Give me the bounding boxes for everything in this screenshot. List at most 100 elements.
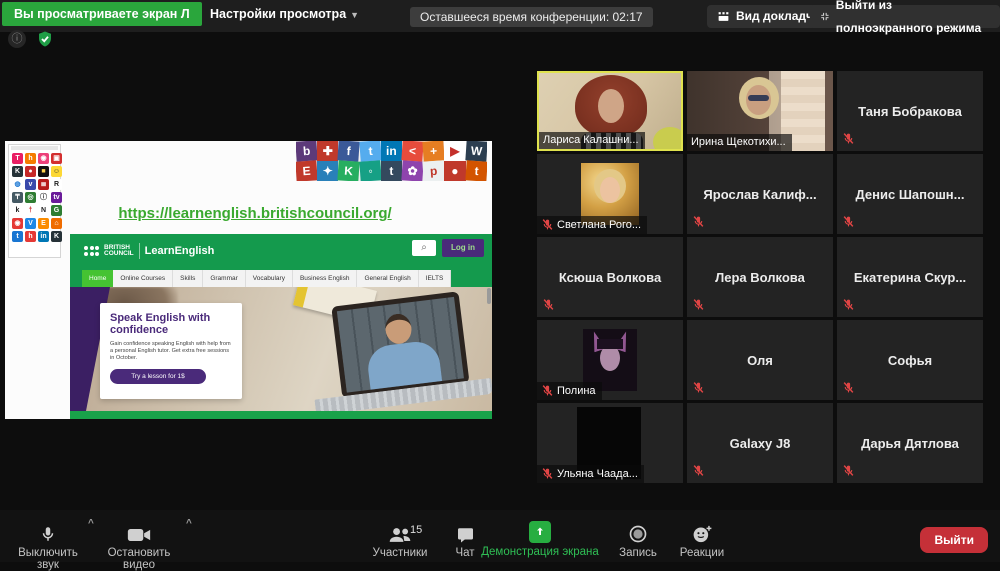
- participant-name-label: Светлана Рого...: [537, 216, 647, 234]
- social-logo-piece: t: [465, 160, 487, 181]
- view-settings-dropdown[interactable]: Настройки просмотра▼: [202, 2, 367, 26]
- participant-name-label: Ульяна Чаада...: [537, 465, 644, 483]
- encryption-shield-icon[interactable]: [36, 30, 54, 48]
- site-brand: LearnEnglish: [145, 245, 215, 257]
- stop-video-button[interactable]: Остановить видео: [96, 520, 182, 571]
- social-logo-piece: ◦: [359, 160, 382, 181]
- participant-tile[interactable]: Екатерина Скур...: [837, 237, 983, 317]
- nav-tab-ielts[interactable]: IELTS: [419, 270, 452, 287]
- nav-tab-online-courses[interactable]: Online Courses: [113, 270, 173, 287]
- exit-fullscreen-button[interactable]: Выйти из полноэкранного режима: [810, 5, 1000, 28]
- meeting-toolbar: Выключить звук ^ Остановить видео ^ Учас…: [0, 510, 1000, 562]
- participant-tile-video[interactable]: Ирина Щекотихи...: [687, 71, 833, 151]
- record-icon: [628, 524, 648, 544]
- site-search-button[interactable]: ⌕: [412, 240, 436, 256]
- video-options-chevron[interactable]: ^: [186, 518, 192, 529]
- record-button[interactable]: Запись: [612, 520, 664, 559]
- participant-name: Galaxy J8: [687, 403, 833, 483]
- app-icon: ☺: [51, 166, 62, 177]
- shared-screen-slide: Th◉▣K●■☺◍v≣R₸◎ⓘtvk†NG◉VE⌂thinK b✚ftin<+▶…: [5, 141, 492, 419]
- participant-tile[interactable]: Лера Волкова: [687, 237, 833, 317]
- social-logo-piece: E: [296, 160, 318, 181]
- meeting-time-remaining: Оставшееся время конференции: 02:17: [410, 7, 653, 27]
- participant-tile[interactable]: Денис Шапошн...: [837, 154, 983, 234]
- nav-tab-business-english[interactable]: Business English: [293, 270, 358, 287]
- mic-muted-icon: [692, 381, 705, 394]
- site-hero: Speak English with confidence Gain confi…: [70, 287, 492, 411]
- participant-tile[interactable]: Оля: [687, 320, 833, 400]
- mic-muted-icon: [541, 384, 554, 397]
- app-icon: ◍: [12, 179, 23, 190]
- participant-name-label: Лариса Калашни...: [539, 132, 645, 149]
- participant-tile[interactable]: Galaxy J8: [687, 403, 833, 483]
- mute-options-chevron[interactable]: ^: [88, 518, 94, 529]
- reactions-smiley-icon: [692, 524, 713, 544]
- mute-button[interactable]: Выключить звук: [8, 520, 88, 571]
- app-icon: V: [25, 218, 36, 229]
- social-logo-piece: W: [465, 141, 487, 162]
- reactions-button[interactable]: Реакции: [672, 520, 732, 559]
- chat-icon: [456, 526, 475, 544]
- app-icon: ₸: [12, 192, 23, 203]
- logo-dots-icon: [84, 246, 99, 256]
- nav-tab-general-english[interactable]: General English: [357, 270, 418, 287]
- mic-muted-icon: [842, 464, 855, 477]
- social-logo-piece: K: [338, 160, 361, 181]
- mic-muted-icon: [541, 467, 554, 480]
- participant-tile-avatar[interactable]: Полина: [537, 320, 683, 400]
- app-icon: ▣: [51, 153, 62, 164]
- nav-tab-skills[interactable]: Skills: [173, 270, 203, 287]
- share-screen-button[interactable]: Демонстрация экрана: [478, 519, 602, 558]
- app-icons-grid: Th◉▣K●■☺◍v≣R₸◎ⓘtvk†NG◉VE⌂thinK: [9, 151, 60, 244]
- participant-tile-avatar[interactable]: Светлана Рого...: [537, 154, 683, 234]
- participant-tile-video[interactable]: Ульяна Чаада...: [537, 403, 683, 483]
- british-council-logo: BRITISHCOUNCIL LearnEnglish: [84, 243, 214, 259]
- app-icon: N: [38, 205, 49, 216]
- site-green-strip: [70, 411, 492, 419]
- mic-muted-icon: [842, 381, 855, 394]
- participant-tile[interactable]: Таня Бобракова: [837, 71, 983, 151]
- nav-tab-home[interactable]: Home: [82, 270, 113, 287]
- mic-muted-icon: [541, 218, 554, 231]
- gallery-view-icon: [717, 10, 730, 23]
- participant-tile[interactable]: Софья: [837, 320, 983, 400]
- slide-scrollbar[interactable]: [487, 288, 491, 304]
- participant-tile[interactable]: Ярослав Калиф...: [687, 154, 833, 234]
- site-nav: Home Online Courses Skills Grammar Vocab…: [70, 270, 492, 287]
- site-login-button[interactable]: Log in: [442, 239, 484, 257]
- share-screen-icon: [529, 521, 551, 543]
- participant-tile[interactable]: Ксюша Волкова: [537, 237, 683, 317]
- exit-fullscreen-icon: [820, 10, 830, 23]
- phone-status-bar: [11, 146, 58, 150]
- participant-grid: Лариса Калашни... Ирина Щекотихи... Таня…: [537, 71, 983, 483]
- hero-cta-button[interactable]: Try a lesson for 1$: [110, 369, 206, 384]
- app-icon: h: [25, 231, 36, 242]
- app-icon: †: [25, 205, 36, 216]
- learnenglish-url-link[interactable]: https://learnenglish.britishcouncil.org/: [65, 205, 445, 222]
- mic-muted-icon: [692, 298, 705, 311]
- social-logo-piece: ✚: [317, 141, 338, 161]
- leave-meeting-button[interactable]: Выйти: [920, 527, 988, 553]
- meeting-info-icon[interactable]: ⓘ: [8, 30, 26, 48]
- phone-screenshot: Th◉▣K●■☺◍v≣R₸◎ⓘtvk†NG◉VE⌂thinK: [8, 144, 61, 258]
- app-icon: ⌂: [51, 218, 62, 229]
- app-icon: G: [51, 205, 62, 216]
- participant-name: Дарья Дятлова: [837, 403, 983, 483]
- viewing-screen-badge: Вы просматриваете экран Л: [2, 2, 202, 26]
- participants-count: 15: [410, 524, 422, 536]
- social-logo-piece: <: [401, 141, 424, 162]
- participant-tile[interactable]: Дарья Дятлова: [837, 403, 983, 483]
- social-logo-piece: f: [338, 141, 361, 162]
- app-icon: K: [12, 166, 23, 177]
- participants-button[interactable]: Участники: [360, 520, 440, 559]
- app-icon: ◉: [12, 218, 23, 229]
- app-icon: v: [25, 179, 36, 190]
- mic-muted-icon: [692, 215, 705, 228]
- participant-name: Оля: [687, 320, 833, 400]
- app-icon: t: [12, 231, 23, 242]
- participant-tile-video[interactable]: Лариса Калашни...: [537, 71, 683, 151]
- participant-name-label: Полина: [537, 382, 602, 400]
- nav-tab-vocabulary[interactable]: Vocabulary: [246, 270, 293, 287]
- nav-tab-grammar[interactable]: Grammar: [203, 270, 245, 287]
- app-icon: ◎: [25, 192, 36, 203]
